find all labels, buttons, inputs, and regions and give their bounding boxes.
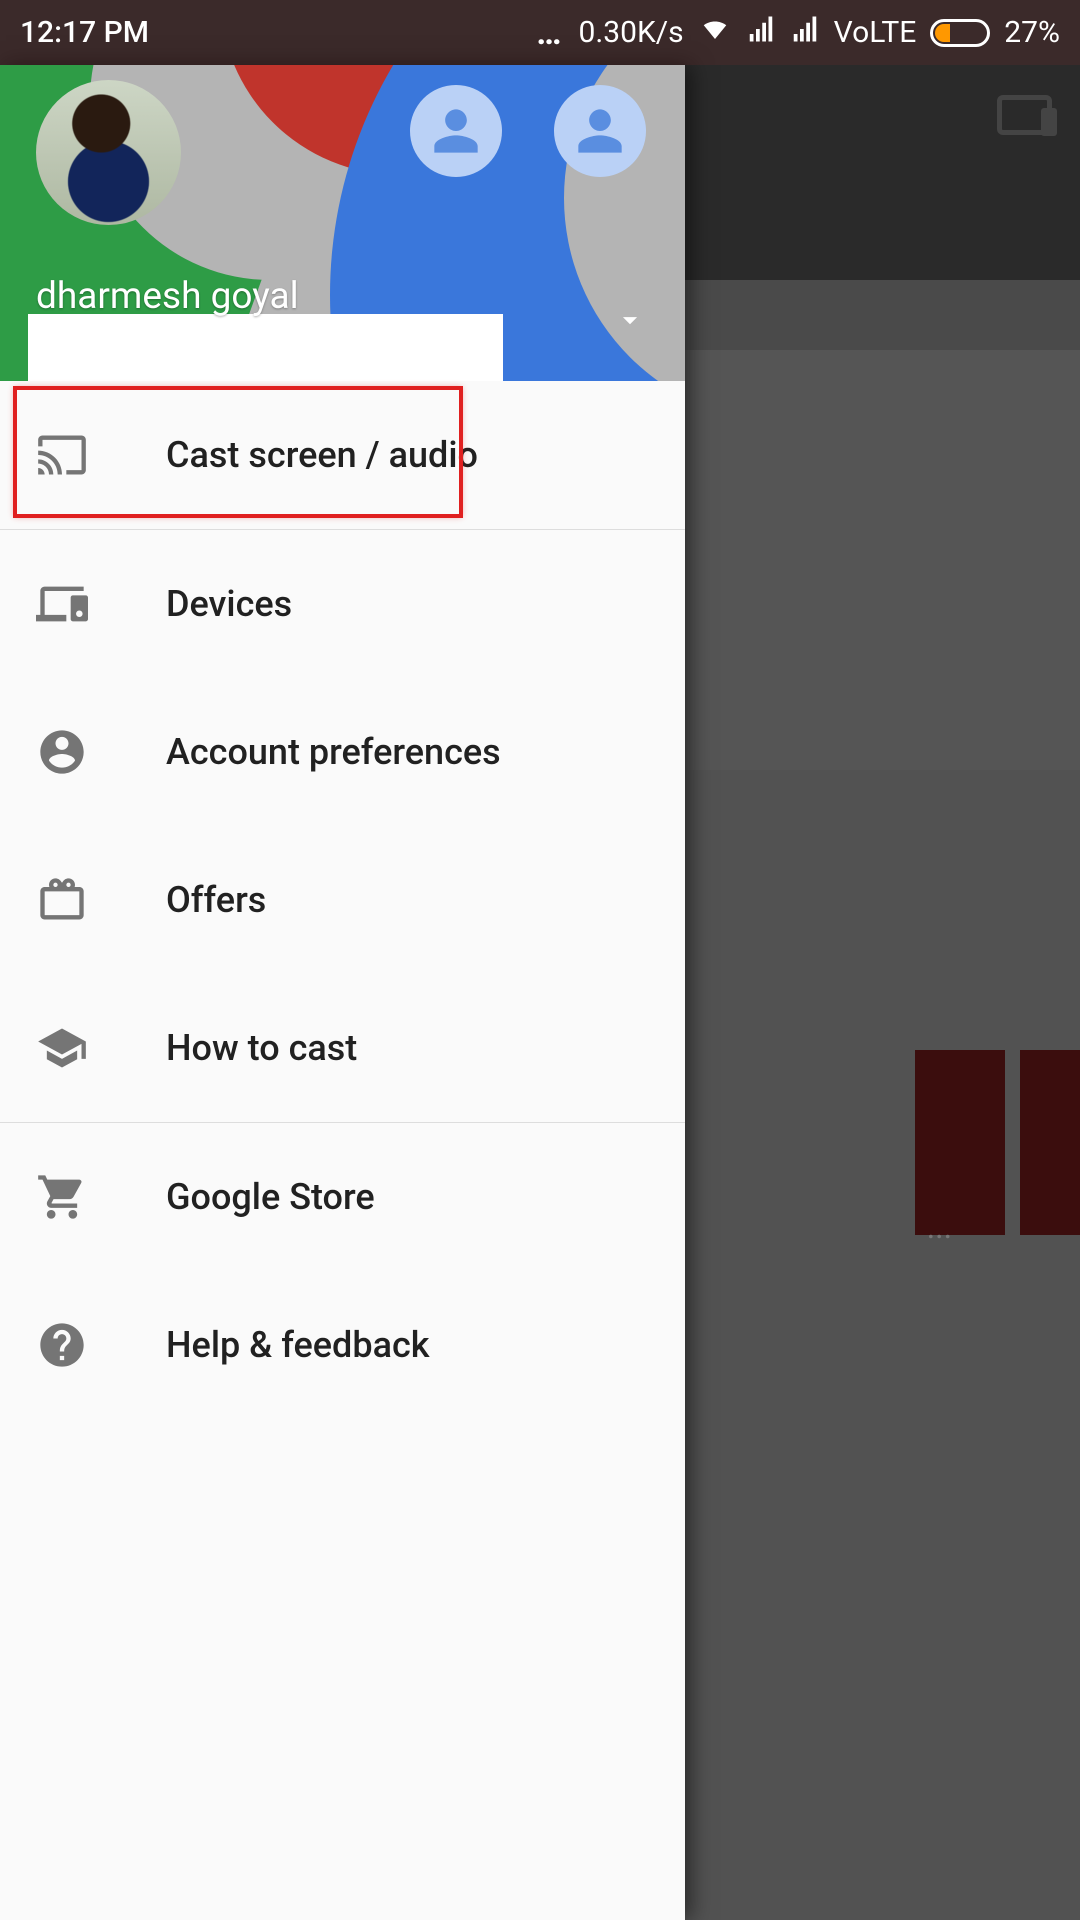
bg-truncated-text: ... [927,1208,952,1246]
menu-item-how-to-cast[interactable]: How to cast [0,974,685,1122]
account-email-strip [28,314,503,381]
gift-icon [36,874,88,926]
wifi-icon [698,14,732,52]
menu-item-offers[interactable]: Offers [0,826,685,974]
devices-icon [997,95,1052,135]
menu-item-devices[interactable]: Devices [0,530,685,678]
drawer-menu: Cast screen / audio Devices Account pref… [0,381,685,1920]
account-icon [36,726,88,778]
menu-item-label: Google Store [166,1176,375,1218]
account-name: dharmesh goyal [36,275,299,318]
help-icon [36,1319,88,1371]
switch-account-avatar[interactable] [554,85,646,177]
menu-item-label: Help & feedback [166,1324,430,1366]
menu-item-label: Devices [166,583,292,625]
status-speed: 0.30K/s [578,15,683,50]
menu-item-label: Account preferences [166,731,501,773]
status-battery-pct: 27% [1004,15,1060,50]
avatar[interactable] [36,80,181,225]
status-time: 12:17 PM [20,15,149,50]
account-dropdown[interactable] [613,303,647,341]
menu-item-label: How to cast [166,1027,357,1069]
battery-icon [930,19,990,47]
menu-item-account-preferences[interactable]: Account preferences [0,678,685,826]
cart-icon [36,1171,88,1223]
signal-icon [746,14,776,52]
cast-icon [36,429,88,481]
bg-card [1020,1050,1080,1235]
devices-icon [36,578,88,630]
status-bar: 12:17 PM … 0.30K/s VoLTE 27% [0,0,1080,65]
switch-account-avatar[interactable] [410,85,502,177]
status-more-icon: … [536,13,564,53]
menu-item-google-store[interactable]: Google Store [0,1123,685,1271]
nav-drawer: dharmesh goyal Cast screen / audio Devic… [0,65,685,1920]
menu-item-help-feedback[interactable]: Help & feedback [0,1271,685,1419]
drawer-header: dharmesh goyal [0,65,685,381]
status-volte: VoLTE [834,15,917,50]
menu-item-label: Offers [166,879,266,921]
signal-icon [790,14,820,52]
menu-item-label: Cast screen / audio [166,434,478,476]
school-icon [36,1022,88,1074]
menu-item-cast-screen[interactable]: Cast screen / audio [0,381,685,529]
